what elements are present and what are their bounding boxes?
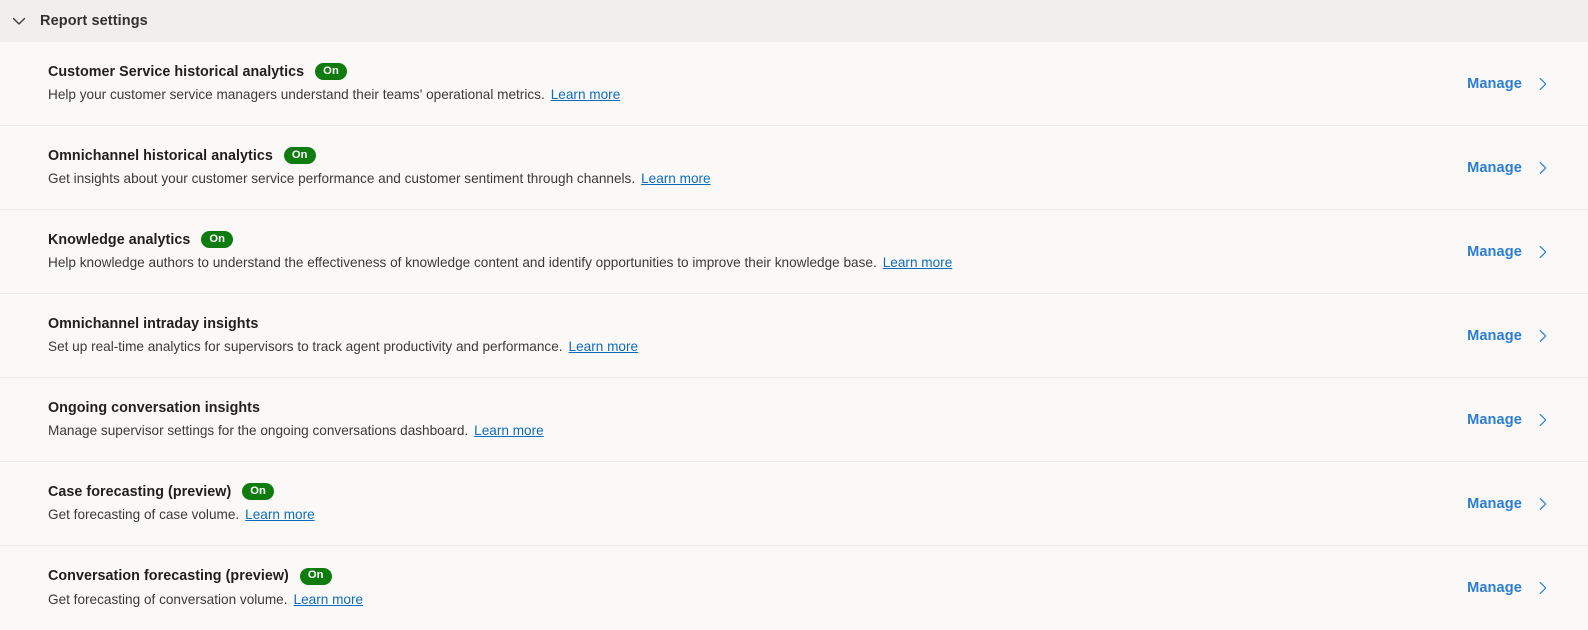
learn-more-link[interactable]: Learn more xyxy=(569,339,639,354)
manage-button-label: Manage xyxy=(1467,580,1522,596)
settings-row-4[interactable]: Omnichannel intraday insights Set up rea… xyxy=(0,294,1588,378)
settings-row-content: Conversation forecasting (preview) On Ge… xyxy=(48,567,1467,609)
settings-row-content: Customer Service historical analytics On… xyxy=(48,63,1467,104)
chevron-right-icon xyxy=(1534,495,1552,513)
settings-row-content: Omnichannel intraday insights Set up rea… xyxy=(48,316,1467,356)
chevron-right-icon xyxy=(1534,159,1552,177)
learn-more-link[interactable]: Learn more xyxy=(474,423,544,438)
settings-row-description: Get forecasting of case volume. Learn mor… xyxy=(48,506,1467,524)
learn-more-link[interactable]: Learn more xyxy=(883,255,953,270)
settings-row-description: Help knowledge authors to understand the… xyxy=(48,254,1467,272)
settings-row-3[interactable]: Knowledge analytics On Help knowledge au… xyxy=(0,210,1588,294)
settings-row-title: Omnichannel intraday insights xyxy=(48,315,259,332)
settings-row-6[interactable]: Case forecasting (preview) On Get foreca… xyxy=(0,462,1588,546)
settings-row-title-line: Ongoing conversation insights xyxy=(48,400,1467,416)
settings-row-title-line: Omnichannel intraday insights xyxy=(48,316,1467,332)
chevron-right-icon xyxy=(1534,243,1552,261)
manage-button-label: Manage xyxy=(1467,75,1522,92)
learn-more-link[interactable]: Learn more xyxy=(245,507,315,522)
settings-row-title: Case forecasting (preview) xyxy=(48,483,232,500)
settings-row-title: Conversation forecasting (preview) xyxy=(48,568,289,584)
learn-more-link[interactable]: Learn more xyxy=(551,87,621,102)
chevron-right-icon xyxy=(1534,327,1552,345)
manage-button-label: Manage xyxy=(1467,411,1522,428)
settings-row-description-text: Help your customer service managers unde… xyxy=(48,87,545,102)
settings-row-2[interactable]: Omnichannel historical analytics On Get … xyxy=(0,126,1588,210)
settings-row-description-text: Get forecasting of case volume. xyxy=(48,507,240,522)
settings-row-description-text: Manage supervisor settings for the ongoi… xyxy=(48,422,469,438)
manage-button[interactable]: Manage xyxy=(1467,411,1552,429)
manage-button[interactable]: Manage xyxy=(1467,327,1552,345)
settings-row-content: Knowledge analytics On Help knowledge au… xyxy=(48,231,1467,272)
settings-row-title-line: Conversation forecasting (preview) On xyxy=(48,567,1467,585)
manage-button[interactable]: Manage xyxy=(1467,159,1552,177)
settings-row-content: Omnichannel historical analytics On Get … xyxy=(48,147,1467,188)
settings-row-description-text: Get forecasting of conversation volume. xyxy=(48,591,288,607)
settings-row-title-line: Customer Service historical analytics On xyxy=(48,63,1467,80)
manage-button[interactable]: Manage xyxy=(1467,579,1552,597)
chevron-right-icon xyxy=(1534,75,1552,93)
status-badge: On xyxy=(315,63,347,80)
manage-button-label: Manage xyxy=(1467,495,1522,512)
settings-row-title-line: Omnichannel historical analytics On xyxy=(48,147,1467,164)
settings-list: Customer Service historical analytics On… xyxy=(0,42,1588,630)
manage-button[interactable]: Manage xyxy=(1467,75,1552,93)
manage-button-label: Manage xyxy=(1467,327,1522,344)
settings-row-title-line: Knowledge analytics On xyxy=(48,231,1467,248)
settings-row-description: Get insights about your customer service… xyxy=(48,170,1467,188)
manage-button-label: Manage xyxy=(1467,159,1522,176)
settings-row-7[interactable]: Conversation forecasting (preview) On Ge… xyxy=(0,546,1588,630)
settings-row-title: Knowledge analytics xyxy=(48,231,191,248)
settings-row-title: Omnichannel historical analytics xyxy=(48,147,273,164)
settings-row-1[interactable]: Customer Service historical analytics On… xyxy=(0,42,1588,126)
settings-row-description-text: Set up real-time analytics for superviso… xyxy=(48,338,563,354)
settings-row-title-line: Case forecasting (preview) On xyxy=(48,483,1467,500)
manage-button[interactable]: Manage xyxy=(1467,495,1552,513)
settings-row-description: Get forecasting of conversation volume. L… xyxy=(48,591,1467,609)
settings-row-content: Ongoing conversation insights Manage sup… xyxy=(48,400,1467,440)
settings-row-description: Help your customer service managers unde… xyxy=(48,86,1467,104)
chevron-right-icon xyxy=(1534,579,1552,597)
learn-more-link[interactable]: Learn more xyxy=(294,592,364,607)
settings-row-title: Customer Service historical analytics xyxy=(48,63,305,80)
settings-row-content: Case forecasting (preview) On Get foreca… xyxy=(48,483,1467,524)
status-badge: On xyxy=(201,231,234,248)
chevron-down-icon[interactable] xyxy=(8,10,30,32)
manage-button[interactable]: Manage xyxy=(1467,243,1552,261)
settings-row-5[interactable]: Ongoing conversation insights Manage sup… xyxy=(0,378,1588,462)
settings-row-description-text: Get insights about your customer service… xyxy=(48,171,636,186)
settings-row-description: Set up real-time analytics for superviso… xyxy=(48,338,1467,356)
status-badge: On xyxy=(283,147,316,164)
report-settings-section-header[interactable]: Report settings xyxy=(0,0,1588,42)
settings-row-title: Ongoing conversation insights xyxy=(48,399,260,416)
settings-row-description-text: Help knowledge authors to understand the… xyxy=(48,255,877,270)
status-badge: On xyxy=(242,483,274,500)
report-settings-page: Report settings Customer Service histori… xyxy=(0,0,1588,630)
chevron-right-icon xyxy=(1534,411,1552,429)
learn-more-link[interactable]: Learn more xyxy=(641,171,711,186)
settings-row-description: Manage supervisor settings for the ongoi… xyxy=(48,422,1467,440)
status-badge: On xyxy=(299,567,332,585)
page-title: Report settings xyxy=(40,13,148,29)
manage-button-label: Manage xyxy=(1467,243,1522,260)
